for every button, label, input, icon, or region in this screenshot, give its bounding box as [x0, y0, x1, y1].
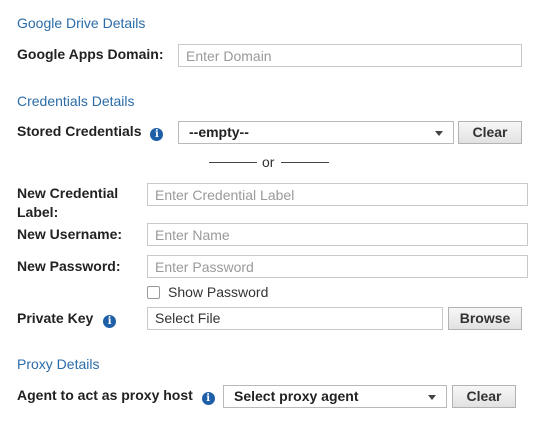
- show-password-checkbox[interactable]: [147, 286, 160, 299]
- private-key-label-text: Private Key: [17, 310, 94, 326]
- google-apps-domain-input[interactable]: [178, 44, 522, 67]
- clear-stored-credentials-button[interactable]: Clear: [458, 121, 522, 144]
- stored-credentials-select[interactable]: --empty--: [178, 121, 454, 144]
- chevron-down-icon: [435, 131, 443, 136]
- show-password-label[interactable]: Show Password: [168, 284, 268, 300]
- or-divider-right: [281, 162, 329, 163]
- stored-credentials-label-text: Stored Credentials: [17, 123, 142, 139]
- or-divider-left: [209, 162, 257, 163]
- new-username-label: New Username:: [17, 226, 123, 242]
- new-password-label: New Password:: [17, 258, 121, 274]
- info-icon[interactable]: i: [201, 392, 215, 405]
- new-password-input[interactable]: [147, 255, 528, 278]
- proxy-agent-label-text: Agent to act as proxy host: [17, 387, 193, 403]
- proxy-agent-select-value: Select proxy agent: [234, 388, 359, 404]
- new-username-input[interactable]: [147, 223, 528, 246]
- stored-credentials-select-value: --empty--: [189, 124, 249, 140]
- new-credential-label-line1: New Credential: [17, 185, 119, 201]
- browse-button[interactable]: Browse: [448, 307, 522, 330]
- info-icon[interactable]: i: [103, 315, 117, 328]
- private-key-file-field[interactable]: Select File: [147, 307, 443, 330]
- chevron-down-icon: [428, 395, 436, 400]
- clear-proxy-agent-button[interactable]: Clear: [452, 385, 516, 408]
- proxy-agent-select[interactable]: Select proxy agent: [223, 385, 447, 408]
- new-credential-label-line2: Label:: [17, 204, 59, 220]
- google-apps-domain-label: Google Apps Domain:: [17, 46, 164, 62]
- or-divider-text: or: [262, 154, 275, 170]
- credentials-section-title: Credentials Details: [17, 93, 135, 109]
- google-drive-section-title: Google Drive Details: [17, 15, 146, 31]
- new-credential-label-label: New Credential Label:: [17, 184, 118, 222]
- stored-credentials-label: Stored Credentials i: [17, 122, 164, 141]
- private-key-label: Private Key i: [17, 309, 117, 328]
- new-credential-label-input[interactable]: [147, 183, 528, 206]
- info-icon[interactable]: i: [150, 128, 164, 141]
- proxy-agent-label: Agent to act as proxy host i: [17, 386, 215, 405]
- proxy-section-title: Proxy Details: [17, 356, 100, 372]
